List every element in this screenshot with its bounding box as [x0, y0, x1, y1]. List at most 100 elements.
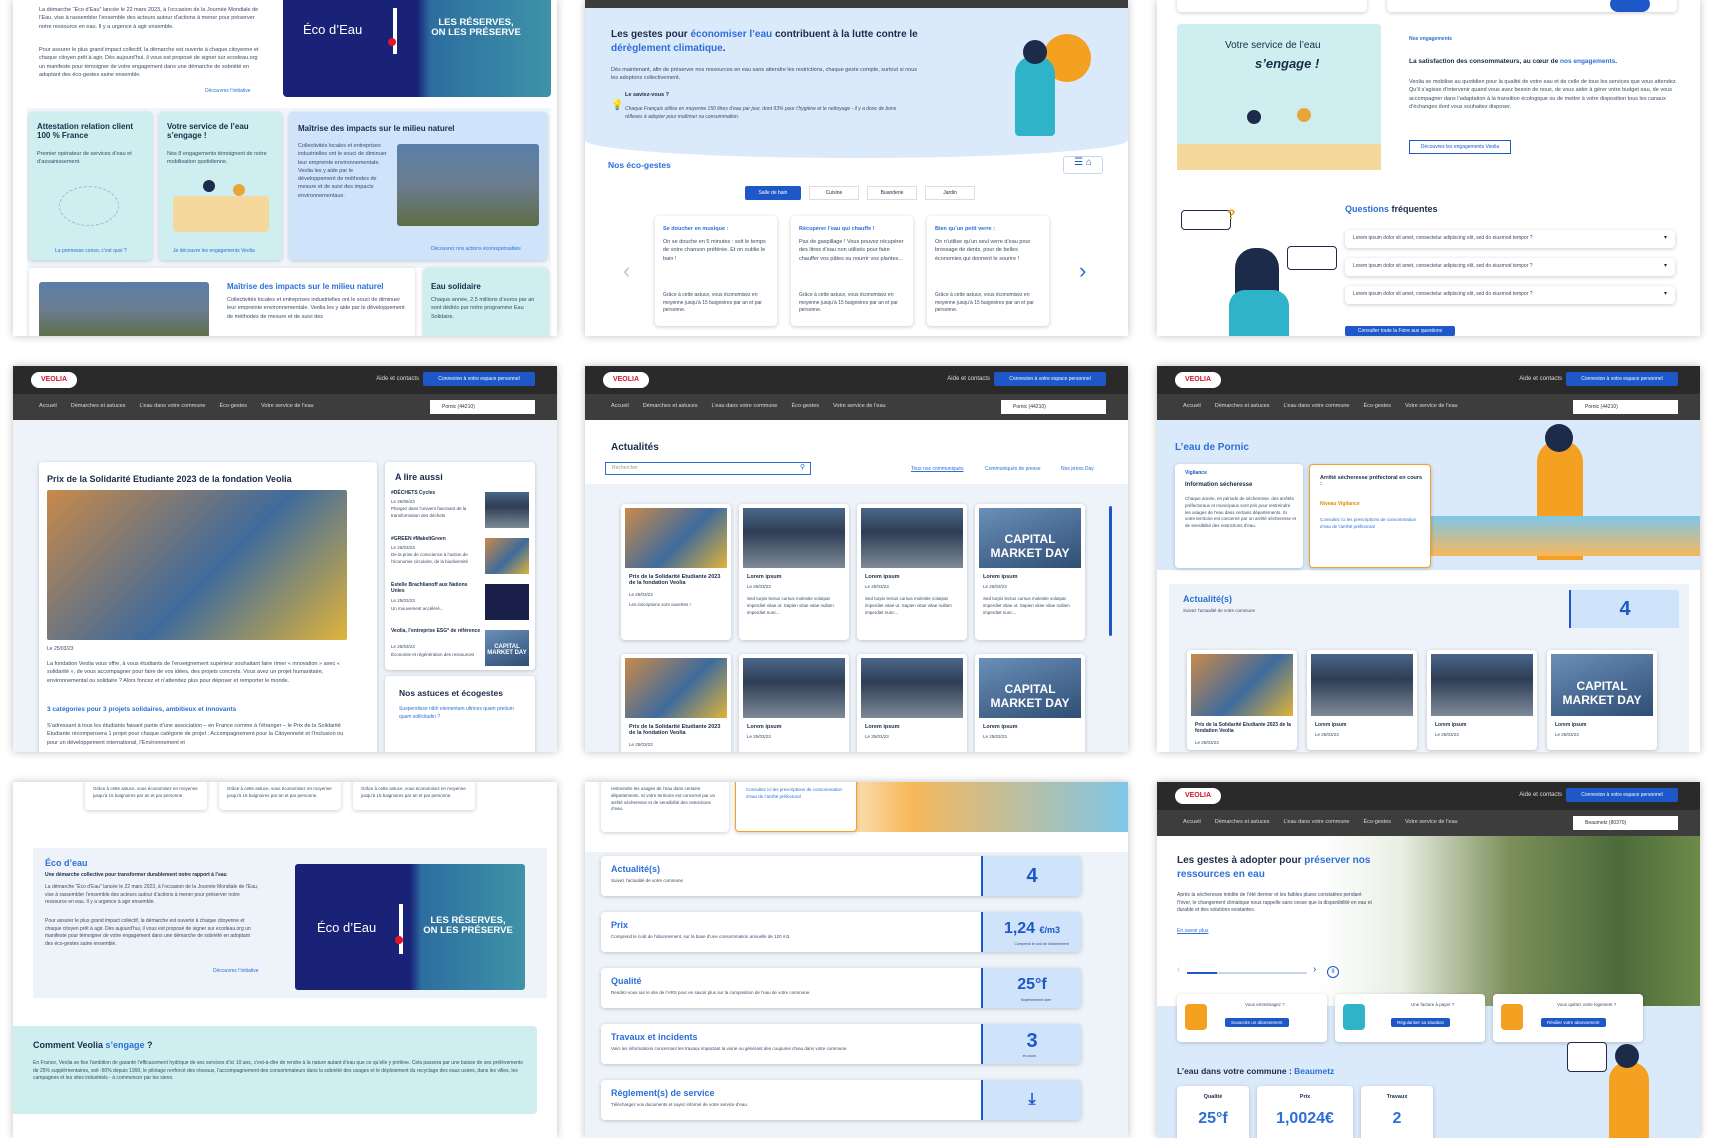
- price-row[interactable]: Prix Comprend le coût de l’abonnement, su…: [601, 912, 1081, 952]
- tips-link[interactable]: Suspendisse nibh elementum ultrices quam…: [399, 706, 525, 721]
- filter-tab[interactable]: Nos press Day: [1061, 466, 1094, 472]
- nav-item[interactable]: L’eau dans votre commune: [1283, 819, 1349, 825]
- news-card[interactable]: CAPITAL MARKET DAY Lorem ipsum Le 25/03/23: [1547, 650, 1657, 750]
- nav-item[interactable]: Éco-gestes: [792, 403, 820, 409]
- veolia-logo[interactable]: VEOLIA: [1175, 788, 1221, 804]
- nav-item[interactable]: L’eau dans votre commune: [139, 403, 205, 409]
- pause-icon[interactable]: II: [1327, 966, 1339, 978]
- card-attestation[interactable]: Attestation relation client 100 % France…: [29, 112, 152, 260]
- help-link[interactable]: Aide et contacts: [1519, 376, 1562, 382]
- nav-item[interactable]: Accueil: [39, 403, 57, 409]
- nav-item[interactable]: Accueil: [1183, 819, 1201, 825]
- connect-button[interactable]: Connexion à votre espace personnel: [1566, 372, 1678, 386]
- nav-item[interactable]: Démarches et astuces: [71, 403, 126, 409]
- works-row[interactable]: Travaux et incidents Voici les informatio…: [601, 1024, 1081, 1064]
- news-card[interactable]: Lorem ipsum Le 25/03/23 Sed turpis lectus …: [739, 504, 849, 640]
- related-item[interactable]: Veolia, l’entreprise ESG* de référence Le…: [391, 628, 531, 672]
- card-link[interactable]: Je découvre les engagements Veolia: [173, 248, 255, 256]
- faq-all-button[interactable]: Consulter toute la Foire aux questions: [1345, 326, 1455, 336]
- filter-tab[interactable]: Communiqués de presse: [985, 466, 1041, 472]
- alert-link[interactable]: Consultez ici les prescriptions de conso…: [1320, 517, 1424, 531]
- eco-card[interactable]: Bien qu’un petit verre : On n’utilise qu…: [927, 216, 1049, 326]
- card-impacts[interactable]: Maîtrise des impacts sur le milieu natur…: [289, 112, 547, 260]
- eco-card[interactable]: Récupérer l’eau qui chauffe ! Pas de gas…: [791, 216, 913, 326]
- eco-card[interactable]: Grâce à cette astuce, vous économisez en…: [353, 782, 475, 810]
- related-item[interactable]: #DÉCHETS Cycles Le 26/06/23 Plongez dans l…: [391, 490, 531, 534]
- quick-card[interactable]: Vous emménagez ? Souscrire un abonnement: [1177, 994, 1327, 1042]
- faq-item[interactable]: Lorem ipsum dolor sit amet, consectetur …: [1345, 258, 1675, 276]
- help-link[interactable]: Aide et contacts: [1519, 792, 1562, 798]
- card-solidaire[interactable]: Eau solidaire Chaque année, 2,5 millions…: [423, 268, 549, 336]
- help-link[interactable]: Aide et contacts: [947, 376, 990, 382]
- connect-button[interactable]: Connexion à votre espace personnel: [423, 372, 535, 386]
- nav-item[interactable]: L’eau dans votre commune: [711, 403, 777, 409]
- quality-row[interactable]: Qualité Rendez-vous sur le site de l’ARS …: [601, 968, 1081, 1008]
- help-link[interactable]: Aide et contacts: [376, 376, 419, 382]
- search-input[interactable]: Rechercher: [605, 462, 811, 475]
- news-card[interactable]: Prix de la Solidarité Etudiante 2023 de …: [621, 654, 731, 752]
- news-row[interactable]: Actualité(s) Suivez l’actualité de votre …: [601, 856, 1081, 896]
- veolia-logo[interactable]: VEOLIA: [31, 372, 77, 388]
- nav-item[interactable]: Votre service de l’eau: [1405, 819, 1458, 825]
- connect-button[interactable]: Connexion à votre espace personnel: [1566, 788, 1678, 802]
- scrollbar[interactable]: [1109, 506, 1112, 636]
- nav-item[interactable]: Démarches et astuces: [1215, 819, 1270, 825]
- news-card[interactable]: Lorem ipsum Le 25/03/23 Sed turpis lectus …: [857, 504, 967, 640]
- connect-button[interactable]: Connexion à votre espace personnel: [994, 372, 1106, 386]
- veolia-logo[interactable]: VEOLIA: [603, 372, 649, 388]
- nav-item[interactable]: Éco-gestes: [1364, 819, 1392, 825]
- discover-link[interactable]: Découvrez l’initiative: [213, 968, 259, 976]
- filter-tab[interactable]: Tous nos communiqués: [911, 466, 964, 472]
- location-input[interactable]: Beaumetz (80370): [1573, 816, 1678, 830]
- chevron-right-icon[interactable]: ›: [1079, 258, 1086, 284]
- related-item[interactable]: Estelle Brachlianoff aux Nations Unies Le…: [391, 582, 531, 626]
- more-link[interactable]: En savoir plus: [1177, 928, 1208, 936]
- view-toggle[interactable]: ☰ ⌂: [1063, 156, 1103, 174]
- news-card[interactable]: Prix de la Solidarité Etudiante 2023 de …: [621, 504, 731, 640]
- nav-item[interactable]: Accueil: [1183, 403, 1201, 409]
- faq-item[interactable]: Lorem ipsum dolor sit amet, consectetur …: [1345, 286, 1675, 304]
- nav-item[interactable]: Démarches et astuces: [643, 403, 698, 409]
- news-card[interactable]: Lorem ipsum Le 25/03/23: [1427, 650, 1537, 750]
- tab-cuisine[interactable]: Cuisine: [809, 186, 859, 200]
- engagements-button[interactable]: Découvrez les engagements Veolia: [1409, 140, 1511, 154]
- location-input[interactable]: Pornic (44210): [1001, 400, 1106, 414]
- related-item[interactable]: #GREEN #MakeItGreen Le 25/03/23 De la pris…: [391, 536, 531, 580]
- chevron-right-icon[interactable]: ›: [1313, 964, 1316, 975]
- veolia-logo[interactable]: VEOLIA: [1175, 372, 1221, 388]
- tab-buanderie[interactable]: Buanderie: [867, 186, 917, 200]
- nav-item[interactable]: Éco-gestes: [220, 403, 248, 409]
- card-impacts-2[interactable]: Maîtrise des impacts sur le milieu natur…: [29, 268, 415, 336]
- rules-row[interactable]: Règlement(s) de service Téléchargez vos d…: [601, 1080, 1081, 1120]
- card-link[interactable]: Découvrez nos actions écoresponsables: [431, 246, 521, 254]
- discover-link[interactable]: Découvrez l’initiative: [205, 88, 251, 96]
- nav-item[interactable]: Éco-gestes: [1364, 403, 1392, 409]
- news-card[interactable]: Lorem ipsum Le 25/03/23: [857, 654, 967, 752]
- nav-item[interactable]: Votre service de l’eau: [1405, 403, 1458, 409]
- news-card[interactable]: Lorem ipsum Le 25/03/23: [1307, 650, 1417, 750]
- eco-card[interactable]: Grâce à cette astuce, vous économisez en…: [219, 782, 341, 810]
- tab-jardin[interactable]: Jardin: [925, 186, 975, 200]
- quick-card[interactable]: Une facture à payer ? Régulariser sa situ…: [1335, 994, 1485, 1042]
- nav-item[interactable]: Démarches et astuces: [1215, 403, 1270, 409]
- nav-item[interactable]: Votre service de l’eau: [261, 403, 314, 409]
- tab-salle-de-bain[interactable]: Salle de bain: [745, 186, 801, 200]
- stat-card[interactable]: Travaux 2: [1361, 1086, 1433, 1138]
- eco-card[interactable]: Se doucher en musique : On se douche en …: [655, 216, 777, 326]
- nav-item[interactable]: Accueil: [611, 403, 629, 409]
- stat-card[interactable]: Qualité 25°f: [1177, 1086, 1249, 1138]
- search-icon[interactable]: ⚲: [800, 463, 805, 471]
- news-card[interactable]: CAPITAL MARKET DAY Lorem ipsum Le 25/03/23…: [975, 504, 1085, 640]
- card-link[interactable]: La promesse conso, c’est quoi ?: [55, 248, 127, 256]
- nav-item[interactable]: Votre service de l’eau: [833, 403, 886, 409]
- chevron-left-icon[interactable]: ‹: [1177, 964, 1180, 975]
- location-input[interactable]: Pornic (44210): [1573, 400, 1678, 414]
- stat-card[interactable]: Prix 1,0024€: [1257, 1086, 1353, 1138]
- news-card[interactable]: Lorem ipsum Le 25/03/23: [739, 654, 849, 752]
- faq-item[interactable]: Lorem ipsum dolor sit amet, consectetur …: [1345, 230, 1675, 248]
- location-input[interactable]: Pornic (44210): [430, 400, 535, 414]
- quick-card[interactable]: Vous quittez votre logement ? Résilier vo…: [1493, 994, 1643, 1042]
- news-card[interactable]: Prix de la Solidarité Etudiante 2023 de …: [1187, 650, 1297, 750]
- card-engagements[interactable]: Votre service de l’eau s’engage ! Nos 8 …: [159, 112, 282, 260]
- eco-card[interactable]: Grâce à cette astuce, vous économisez en…: [85, 782, 207, 810]
